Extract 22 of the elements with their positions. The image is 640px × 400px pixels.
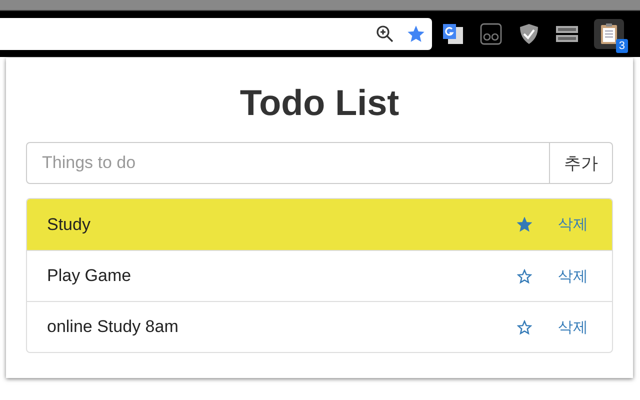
delete-link[interactable]: 삭제 (558, 318, 588, 336)
bookmark-star-icon[interactable] (406, 24, 426, 44)
title: Todo List (238, 81, 400, 125)
glasses-icon[interactable] (480, 23, 502, 45)
zoom-icon[interactable] (376, 25, 394, 43)
todo-text: Study (47, 214, 92, 234)
todo-item[interactable]: Play Game 삭제 (27, 250, 612, 301)
star-icon[interactable] (517, 268, 532, 284)
todo-item[interactable]: Study 삭제 (27, 199, 612, 250)
translate-icon[interactable] (442, 23, 464, 45)
star-icon[interactable] (517, 320, 532, 334)
delete-link[interactable]: 삭제 (558, 266, 588, 286)
shield-icon[interactable] (518, 23, 540, 45)
todo-item[interactable]: online Study 8am 삭제 (27, 301, 612, 352)
star-icon[interactable] (517, 217, 532, 232)
address-field[interactable] (0, 18, 432, 50)
todo-text: Play Game (47, 266, 132, 286)
add-button[interactable]: 추가 (550, 142, 613, 184)
clipboard-icon (600, 23, 618, 45)
todo-text: online Study 8am (47, 317, 180, 337)
badge: 3 (616, 39, 628, 53)
input-field[interactable]: Things to do (26, 142, 550, 184)
